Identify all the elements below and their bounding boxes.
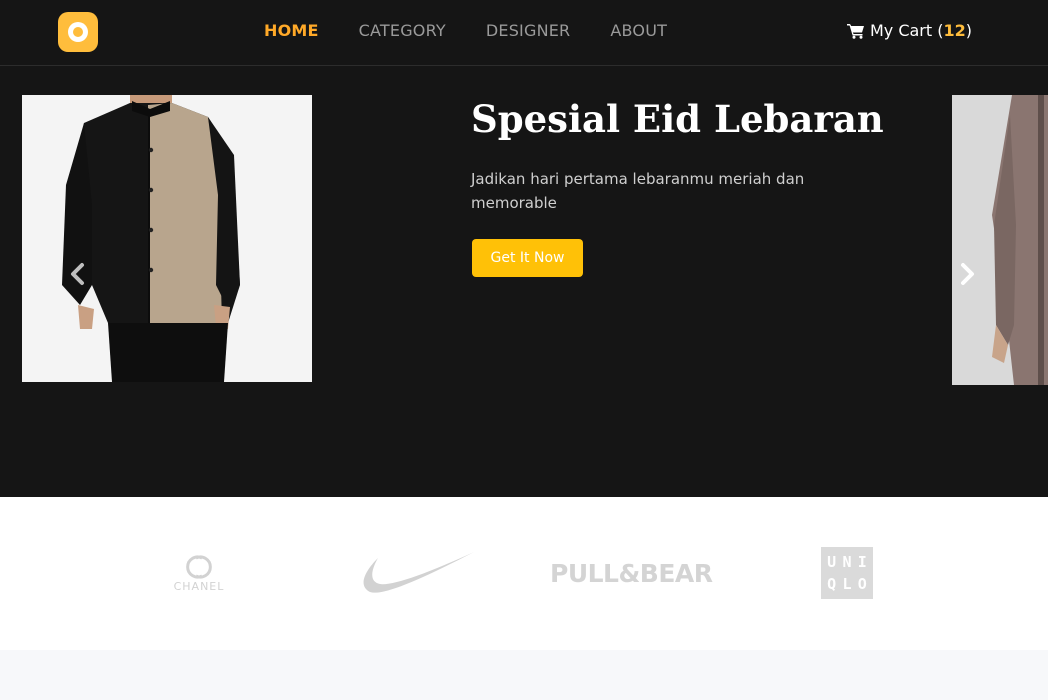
nav-designer-link[interactable]: DESIGNER xyxy=(486,20,571,42)
navbar: HOME CATEGORY DESIGNER ABOUT My Cart (12… xyxy=(0,0,1048,66)
uniqlo-logo[interactable]: U N I Q L O xyxy=(821,547,873,599)
main-nav: HOME CATEGORY DESIGNER ABOUT xyxy=(264,20,667,42)
chanel-logo[interactable]: CHANEL xyxy=(168,552,230,594)
chanel-cc-icon xyxy=(186,555,212,579)
uniqlo-letter: N xyxy=(842,553,852,571)
cart-count: 12 xyxy=(943,21,966,40)
pull-and-bear-logo[interactable]: PULL&BEAR xyxy=(550,558,715,590)
uniqlo-letter: O xyxy=(857,575,867,593)
uniqlo-letter: L xyxy=(842,575,852,593)
hero-description: Jadikan hari pertama lebaranmu meriah da… xyxy=(471,170,805,212)
hero-title: Spesial Eid Lebaran xyxy=(471,97,884,141)
product-image-next-slide xyxy=(952,95,1048,385)
chevron-left-icon xyxy=(71,263,84,285)
uniqlo-letter: Q xyxy=(827,575,837,593)
logo-icon[interactable] xyxy=(58,12,98,52)
nav-about-link[interactable]: ABOUT xyxy=(610,20,667,42)
carousel-prev-button[interactable] xyxy=(67,262,89,286)
nav-category-link[interactable]: CATEGORY xyxy=(359,20,446,42)
hero-carousel: Spesial Eid Lebaran Jadikan hari pertama… xyxy=(0,66,1048,497)
nike-swoosh-icon xyxy=(363,552,474,593)
cart-paren-close: ) xyxy=(965,21,972,40)
product-image-black-koko-shirt xyxy=(22,95,312,382)
brand-logos-strip: CHANEL PULL&BEAR U N I Q L O xyxy=(0,497,1048,650)
nike-logo[interactable] xyxy=(356,552,474,596)
uniqlo-letter: U xyxy=(827,553,837,571)
pull-and-bear-wordmark: PULL&BEAR xyxy=(550,559,713,588)
cart-label: My Cart xyxy=(869,21,933,40)
my-cart-button[interactable]: My Cart (12) xyxy=(846,20,972,42)
chevron-right-icon xyxy=(961,263,974,285)
uniqlo-letter: I xyxy=(857,553,867,571)
nav-home-link[interactable]: HOME xyxy=(264,20,319,42)
chanel-wordmark: CHANEL xyxy=(173,580,225,593)
get-it-now-button[interactable]: Get It Now xyxy=(472,239,583,277)
carousel-next-button[interactable] xyxy=(956,262,978,286)
shopping-cart-icon xyxy=(846,24,864,39)
